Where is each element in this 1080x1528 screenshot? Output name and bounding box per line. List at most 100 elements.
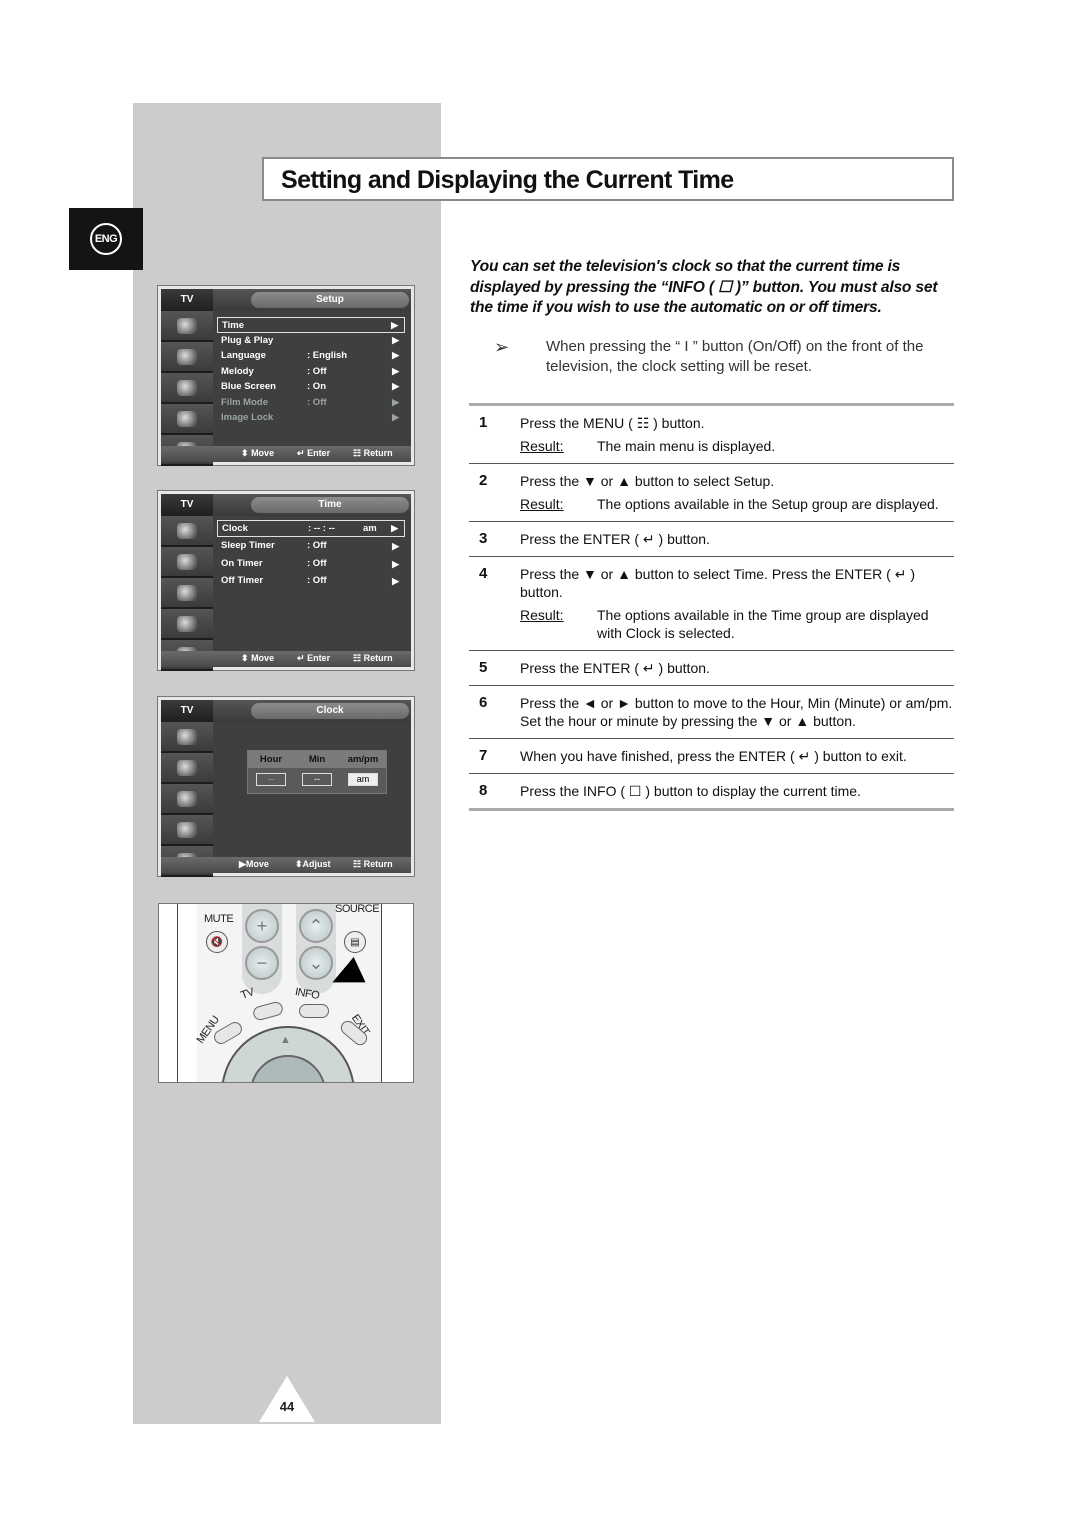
channel-icon[interactable] (161, 609, 213, 640)
volume-up-button[interactable]: + (245, 909, 279, 943)
arrow-right-icon: ▶ (392, 396, 399, 407)
step-result: Result: The options available in the Setu… (520, 495, 954, 513)
osd-tv-label: TV (161, 494, 213, 516)
osd-menu-list: Clock: -- : -- am ▶ Sleep Timer: Off ▶ On T… (217, 520, 405, 590)
up-down-icon: ⬍ (241, 448, 249, 458)
osd-sidebar (161, 311, 213, 466)
menu-item-value: : Off (307, 365, 327, 377)
arrow-right-icon: ▶ (392, 558, 399, 569)
hint-move: ⬍ Move (241, 448, 275, 458)
remote-illustration: MUTE 🔇 + − ⌃ ⌄ SOURCE ▤ TV INFO MENU EXI… (158, 903, 414, 1083)
hint-move: ⬍ Move (241, 653, 275, 663)
menu-item-value: : Off (307, 540, 327, 551)
up-arrow-icon[interactable]: ▲ (280, 1034, 291, 1046)
menu-item-time[interactable]: Time ▶ (217, 317, 405, 333)
arrow-right-icon: ▶ (392, 365, 399, 376)
up-down-icon: ⬍ (241, 653, 249, 663)
clock-setting-panel: Hour Min am/pm -- -- am (247, 750, 387, 794)
osd-time-screen: TV Time Clock: -- : -- am ▶ Sleep Timer: O… (157, 490, 415, 671)
hour-field[interactable]: -- (256, 773, 286, 786)
picture-icon[interactable] (161, 342, 213, 373)
intro-text: You can set the television's clock so th… (470, 258, 938, 316)
remote-edge-left (177, 904, 178, 1082)
hint-return: ☷ Return (353, 859, 393, 869)
step-number: 8 (479, 782, 488, 799)
hint-adjust: ⬍Adjust (295, 859, 331, 869)
result-text: The main menu is displayed. (597, 438, 776, 454)
input-icon[interactable] (161, 516, 213, 547)
menu-item-label: Language (221, 350, 266, 361)
source-button[interactable]: ▤ (344, 931, 366, 953)
menu-item-clock[interactable]: Clock: -- : -- am ▶ (217, 520, 405, 537)
step-1: 1 Press the MENU ( ☷ ) button. Result: Th… (469, 406, 954, 464)
menu-item-image-lock: Image Lock ▶ (217, 410, 405, 426)
menu-item-label: Film Mode (221, 396, 268, 408)
hint-enter: ↵ Enter (297, 653, 331, 663)
step-6: 6 Press the ◄ or ► button to move to the… (469, 686, 954, 739)
channel-icon[interactable] (161, 815, 213, 846)
menu-item-off-timer[interactable]: Off Timer: Off ▶ (217, 572, 405, 590)
step-3: 3 Press the ENTER ( ↵ ) button. (469, 522, 954, 557)
channel-down-button[interactable]: ⌄ (299, 946, 333, 980)
menu-item-language[interactable]: Language: English ▶ (217, 348, 405, 364)
note-arrow-icon: ➢ (494, 337, 510, 358)
ampm-field[interactable]: am (348, 773, 378, 786)
min-header: Min (308, 754, 326, 765)
volume-down-button[interactable]: − (245, 946, 279, 980)
arrow-right-icon: ▶ (391, 320, 398, 330)
osd-tv-label: TV (161, 700, 213, 722)
menu-item-plug-play[interactable]: Plug & Play ▶ (217, 333, 405, 349)
step-7: 7 When you have finished, press the ENTE… (469, 739, 954, 774)
osd-setup-screen: TV Setup Time ▶ Plug & Play ▶ Language: En… (157, 285, 415, 466)
step-text: Press the ◄ or ► button to move to the H… (520, 695, 953, 729)
osd-hint-bar: ▶Move ⬍Adjust ☷ Return (161, 857, 411, 873)
enter-button[interactable] (250, 1055, 326, 1082)
eng-badge: ENG (90, 223, 122, 255)
menu-item-on-timer[interactable]: On Timer : Off ▶ (217, 555, 405, 573)
sound-icon[interactable] (161, 578, 213, 609)
picture-icon[interactable] (161, 753, 213, 784)
source-label: SOURCE (335, 903, 380, 915)
input-icon[interactable] (161, 722, 213, 753)
channel-up-button[interactable]: ⌃ (299, 909, 333, 943)
hint-return: ☷ Return (353, 448, 393, 458)
min-field[interactable]: -- (302, 773, 332, 786)
arrow-right-icon: ▶ (392, 412, 399, 422)
result-text: The options available in the Setup group… (597, 496, 939, 512)
menu-item-sleep-timer[interactable]: Sleep Timer: Off ▶ (217, 537, 405, 555)
menu-item-label: Sleep Timer (221, 540, 275, 551)
result-text: The options available in the Time group … (597, 607, 929, 641)
menu-item-label: Plug & Play (221, 334, 274, 346)
mute-button[interactable]: 🔇 (206, 931, 228, 953)
osd-menu-list: Time ▶ Plug & Play ▶ Language: English ▶ Me… (217, 317, 405, 426)
channel-icon[interactable] (161, 404, 213, 435)
clock-fields: -- -- am (248, 768, 386, 786)
input-icon[interactable] (161, 311, 213, 342)
arrow-right-icon: ▶ (391, 523, 398, 533)
sound-icon[interactable] (161, 373, 213, 404)
osd-clock-screen: TV Clock Hour Min am/pm -- -- am ▶Move ⬍… (157, 696, 415, 877)
step-number: 2 (479, 472, 488, 489)
menu-item-melody[interactable]: Melody: Off ▶ (217, 364, 405, 380)
menu-item-value: : Off (307, 557, 327, 569)
arrow-right-icon: ▶ (239, 859, 246, 869)
menu-item-blue-screen[interactable]: Blue Screen: On ▶ (217, 379, 405, 395)
step-number: 4 (479, 565, 488, 582)
menu-icon: ☷ (353, 653, 362, 663)
menu-icon: ☷ (353, 448, 362, 458)
clock-headers: Hour Min am/pm (248, 751, 386, 768)
osd-screen-title: Setup (251, 292, 409, 308)
sound-icon[interactable] (161, 784, 213, 815)
menu-item-ampm: am (363, 523, 377, 534)
result-label: Result: (520, 496, 564, 512)
mute-icon: 🔇 (210, 936, 224, 948)
page-title: Setting and Displaying the Current Time (281, 166, 734, 194)
menu-item-label: On Timer (221, 557, 263, 569)
menu-item-label: Clock (222, 523, 248, 534)
info-button[interactable] (299, 1004, 329, 1018)
menu-item-film-mode: Film Mode: Off ▶ (217, 395, 405, 411)
picture-icon[interactable] (161, 547, 213, 578)
step-result: Result: The main menu is displayed. (520, 437, 954, 455)
result-label: Result: (520, 607, 564, 623)
source-icon: ▤ (350, 936, 360, 948)
